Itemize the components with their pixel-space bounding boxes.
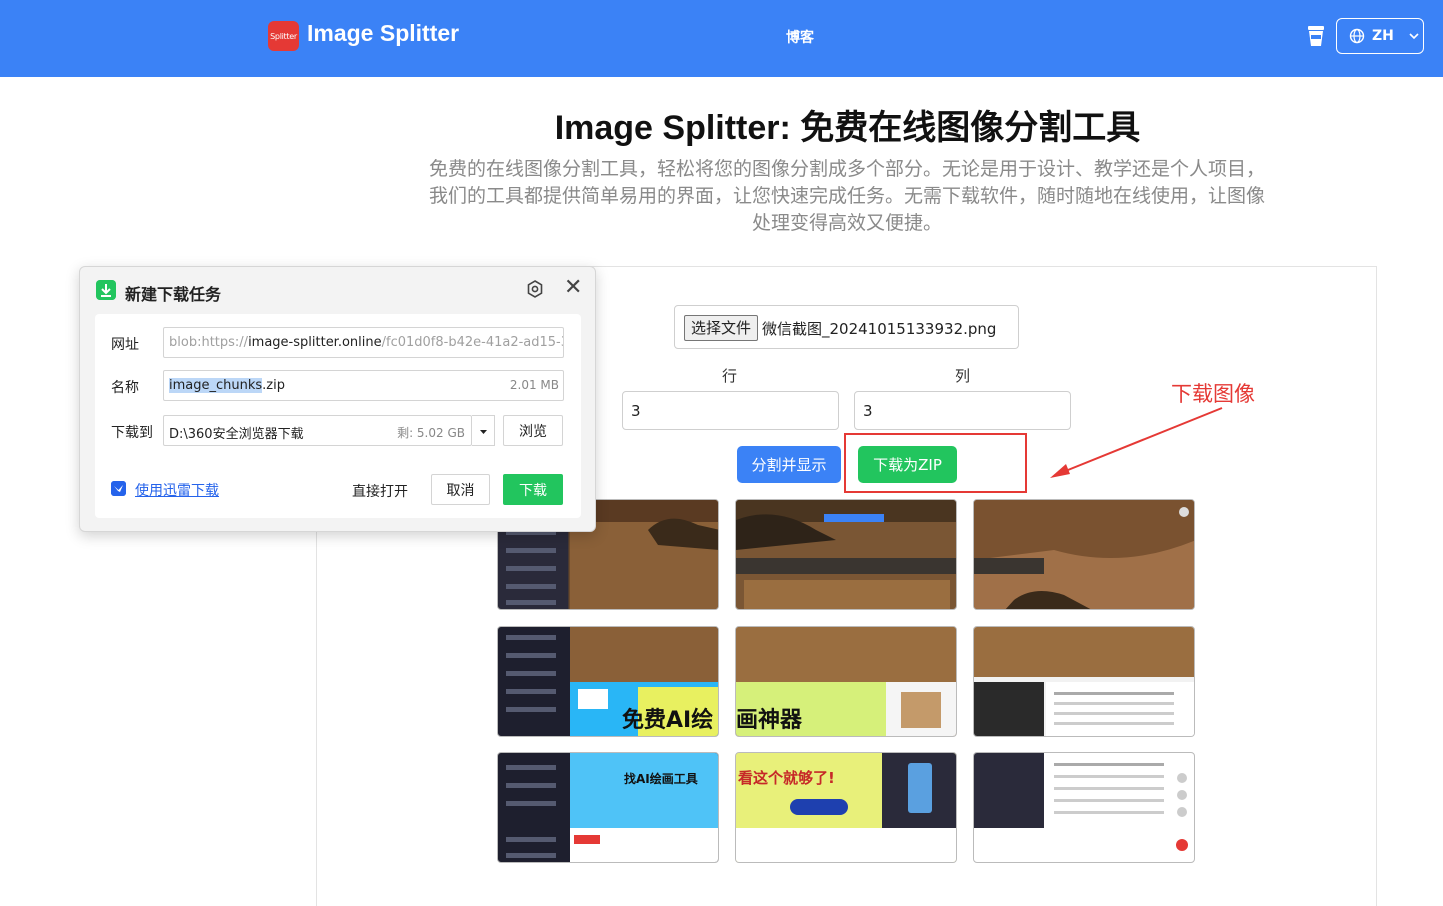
logo-text: Splitter bbox=[270, 31, 297, 41]
tile-image: 画神器 bbox=[736, 627, 956, 736]
split-tile[interactable] bbox=[735, 499, 957, 610]
svg-text:看这个就够了!: 看这个就够了! bbox=[738, 769, 835, 787]
language-selector[interactable]: ZH bbox=[1336, 18, 1424, 54]
dest-path-field[interactable]: D:\360安全浏览器下载 剩: 5.02 GB bbox=[163, 415, 472, 446]
annotation-arrow bbox=[1050, 407, 1223, 478]
highlight-box bbox=[844, 433, 1027, 493]
download-app-icon bbox=[96, 280, 116, 300]
url-host: image-splitter.online bbox=[248, 335, 382, 350]
url-label: 网址 bbox=[111, 337, 139, 353]
url-rest: /fc01d0f8-b42e-41a2-ad15-3e1e82 bbox=[381, 335, 563, 350]
cols-label: 列 bbox=[955, 367, 971, 385]
dest-dropdown-button[interactable] bbox=[472, 415, 495, 446]
download-button[interactable]: 下载 bbox=[503, 474, 563, 505]
brand-name[interactable]: Image Splitter bbox=[307, 20, 459, 47]
file-input[interactable]: 选择文件 微信截图_20241015133932.png bbox=[674, 305, 1019, 349]
page-description: 免费的在线图像分割工具，轻松将您的图像分割成多个部分。无论是用于设计、教学还是个… bbox=[428, 158, 1265, 234]
split-tile[interactable] bbox=[973, 499, 1195, 610]
dest-label: 下载到 bbox=[111, 425, 153, 441]
close-icon[interactable]: ✕ bbox=[564, 277, 582, 299]
top-navbar: Splitter Image Splitter 博客 ZH bbox=[0, 0, 1443, 77]
split-tile[interactable]: 找AI绘画工具 bbox=[497, 752, 719, 863]
svg-text:免费AI绘: 免费AI绘 bbox=[622, 707, 713, 733]
dialog-title: 新建下载任务 bbox=[125, 285, 222, 304]
settings-icon[interactable] bbox=[526, 280, 544, 298]
tile-image: 免费AI绘 bbox=[506, 627, 718, 736]
svg-text:找AI绘画工具: 找AI绘画工具 bbox=[624, 771, 698, 786]
split-tile[interactable]: 看这个就够了! bbox=[735, 752, 957, 863]
chevron-down-icon bbox=[1409, 33, 1419, 40]
language-label: ZH bbox=[1372, 28, 1394, 44]
url-prefix: blob:https:// bbox=[169, 335, 249, 350]
tile-image: 看这个就够了! bbox=[736, 753, 956, 862]
svg-text:画神器: 画神器 bbox=[736, 707, 803, 733]
globe-icon bbox=[1349, 28, 1365, 44]
open-directly-button[interactable]: 直接打开 bbox=[352, 481, 408, 501]
coffee-cup-icon[interactable] bbox=[1306, 24, 1326, 48]
caret-down-icon bbox=[480, 430, 487, 434]
cancel-button[interactable]: 取消 bbox=[431, 474, 490, 505]
filename-selected: image_chunks bbox=[169, 378, 263, 393]
selected-file-name: 微信截图_20241015133932.png bbox=[762, 320, 997, 338]
url-field[interactable]: blob:https://image-splitter.online/fc01d… bbox=[163, 327, 564, 358]
name-label: 名称 bbox=[111, 380, 139, 396]
split-tile[interactable] bbox=[973, 626, 1195, 737]
split-display-button[interactable]: 分割并显示 bbox=[737, 446, 841, 483]
file-size: 2.01 MB bbox=[509, 378, 559, 392]
split-image-grid: 免费AI绘 画神器 找AI绘画工具 看这个就够了! bbox=[497, 499, 1197, 865]
tile-image bbox=[974, 500, 1194, 609]
filename-field[interactable]: image_chunks.zip 2.01 MB bbox=[163, 370, 564, 401]
xunlei-icon bbox=[111, 481, 126, 496]
download-dialog: 新建下载任务 ✕ 网址 blob:https://image-splitter.… bbox=[79, 266, 596, 532]
tile-image: 找AI绘画工具 bbox=[506, 753, 718, 862]
logo-icon[interactable]: Splitter bbox=[268, 21, 299, 51]
split-tile[interactable]: 免费AI绘 bbox=[497, 626, 719, 737]
choose-file-button[interactable]: 选择文件 bbox=[684, 315, 759, 341]
free-space: 剩: 5.02 GB bbox=[397, 426, 465, 440]
split-tile[interactable]: 画神器 bbox=[735, 626, 957, 737]
split-tile[interactable] bbox=[973, 752, 1195, 863]
nav-blog-link[interactable]: 博客 bbox=[786, 27, 814, 47]
cols-input[interactable]: 3 bbox=[854, 391, 1071, 430]
tile-image bbox=[736, 500, 956, 609]
tile-image bbox=[974, 753, 1188, 851]
rows-input[interactable]: 3 bbox=[622, 391, 839, 430]
browse-button[interactable]: 浏览 bbox=[503, 415, 563, 446]
tile-image bbox=[974, 627, 1194, 736]
dest-path: D:\360安全浏览器下载 bbox=[169, 427, 304, 442]
dialog-body: 网址 blob:https://image-splitter.online/fc… bbox=[95, 314, 581, 518]
filename-ext: .zip bbox=[262, 378, 285, 393]
page-title: Image Splitter: 免费在线图像分割工具 bbox=[554, 109, 1141, 147]
rows-label: 行 bbox=[722, 367, 738, 385]
use-xunlei-link[interactable]: 使用迅雷下载 bbox=[135, 480, 219, 500]
